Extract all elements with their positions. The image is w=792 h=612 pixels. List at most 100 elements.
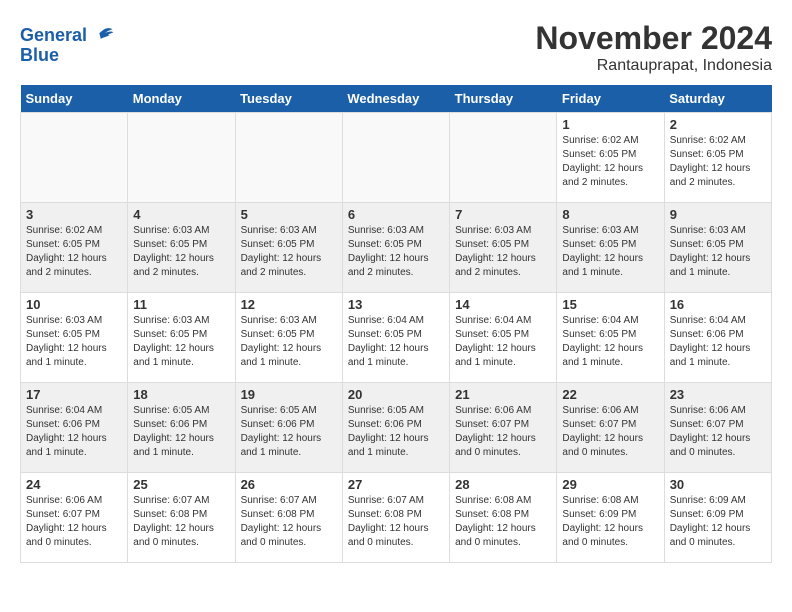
day-info: Sunrise: 6:07 AM Sunset: 6:08 PM Dayligh… (348, 494, 444, 550)
sunset-text: Sunset: 6:05 PM (26, 328, 122, 342)
day-info: Sunrise: 6:07 AM Sunset: 6:08 PM Dayligh… (133, 494, 229, 550)
table-row: 13 Sunrise: 6:04 AM Sunset: 6:05 PM Dayl… (342, 293, 449, 383)
day-info: Sunrise: 6:04 AM Sunset: 6:05 PM Dayligh… (562, 314, 658, 370)
sunset-text: Sunset: 6:07 PM (26, 508, 122, 522)
daylight-text: Daylight: 12 hours and 1 minute. (241, 342, 337, 370)
day-info: Sunrise: 6:03 AM Sunset: 6:05 PM Dayligh… (241, 224, 337, 280)
sunrise-text: Sunrise: 6:04 AM (26, 404, 122, 418)
sunset-text: Sunset: 6:05 PM (562, 148, 658, 162)
day-number: 6 (348, 207, 444, 222)
daylight-text: Daylight: 12 hours and 1 minute. (670, 342, 766, 370)
daylight-text: Daylight: 12 hours and 0 minutes. (455, 522, 551, 550)
daylight-text: Daylight: 12 hours and 1 minute. (133, 432, 229, 460)
daylight-text: Daylight: 12 hours and 1 minute. (133, 342, 229, 370)
daylight-text: Daylight: 12 hours and 0 minutes. (562, 432, 658, 460)
day-info: Sunrise: 6:03 AM Sunset: 6:05 PM Dayligh… (133, 314, 229, 370)
table-row: 5 Sunrise: 6:03 AM Sunset: 6:05 PM Dayli… (235, 203, 342, 293)
table-row: 24 Sunrise: 6:06 AM Sunset: 6:07 PM Dayl… (21, 473, 128, 563)
table-row: 11 Sunrise: 6:03 AM Sunset: 6:05 PM Dayl… (128, 293, 235, 383)
daylight-text: Daylight: 12 hours and 1 minute. (670, 252, 766, 280)
sunrise-text: Sunrise: 6:04 AM (670, 314, 766, 328)
sunrise-text: Sunrise: 6:07 AM (241, 494, 337, 508)
day-info: Sunrise: 6:08 AM Sunset: 6:08 PM Dayligh… (455, 494, 551, 550)
table-row: 30 Sunrise: 6:09 AM Sunset: 6:09 PM Dayl… (664, 473, 771, 563)
table-row: 8 Sunrise: 6:03 AM Sunset: 6:05 PM Dayli… (557, 203, 664, 293)
day-info: Sunrise: 6:06 AM Sunset: 6:07 PM Dayligh… (26, 494, 122, 550)
table-row (235, 113, 342, 203)
day-number: 5 (241, 207, 337, 222)
sunset-text: Sunset: 6:08 PM (455, 508, 551, 522)
sunset-text: Sunset: 6:06 PM (133, 418, 229, 432)
sunset-text: Sunset: 6:09 PM (562, 508, 658, 522)
day-number: 17 (26, 387, 122, 402)
day-number: 1 (562, 117, 658, 132)
sunset-text: Sunset: 6:05 PM (562, 328, 658, 342)
day-number: 20 (348, 387, 444, 402)
logo: General Blue (20, 25, 114, 66)
col-monday: Monday (128, 85, 235, 113)
day-number: 25 (133, 477, 229, 492)
sunset-text: Sunset: 6:05 PM (348, 238, 444, 252)
daylight-text: Daylight: 12 hours and 2 minutes. (562, 162, 658, 190)
day-number: 19 (241, 387, 337, 402)
day-info: Sunrise: 6:03 AM Sunset: 6:05 PM Dayligh… (670, 224, 766, 280)
day-info: Sunrise: 6:05 AM Sunset: 6:06 PM Dayligh… (348, 404, 444, 460)
sunrise-text: Sunrise: 6:06 AM (562, 404, 658, 418)
day-info: Sunrise: 6:03 AM Sunset: 6:05 PM Dayligh… (348, 224, 444, 280)
sunrise-text: Sunrise: 6:03 AM (562, 224, 658, 238)
calendar-week-row: 3 Sunrise: 6:02 AM Sunset: 6:05 PM Dayli… (21, 203, 772, 293)
day-number: 13 (348, 297, 444, 312)
day-number: 18 (133, 387, 229, 402)
day-info: Sunrise: 6:06 AM Sunset: 6:07 PM Dayligh… (562, 404, 658, 460)
sunrise-text: Sunrise: 6:06 AM (26, 494, 122, 508)
day-number: 22 (562, 387, 658, 402)
day-info: Sunrise: 6:06 AM Sunset: 6:07 PM Dayligh… (670, 404, 766, 460)
sunrise-text: Sunrise: 6:02 AM (670, 134, 766, 148)
day-number: 23 (670, 387, 766, 402)
sunset-text: Sunset: 6:09 PM (670, 508, 766, 522)
table-row: 4 Sunrise: 6:03 AM Sunset: 6:05 PM Dayli… (128, 203, 235, 293)
sunrise-text: Sunrise: 6:05 AM (241, 404, 337, 418)
day-number: 15 (562, 297, 658, 312)
table-row: 3 Sunrise: 6:02 AM Sunset: 6:05 PM Dayli… (21, 203, 128, 293)
page-subtitle: Rantauprapat, Indonesia (535, 57, 772, 75)
sunrise-text: Sunrise: 6:05 AM (348, 404, 444, 418)
sunrise-text: Sunrise: 6:03 AM (455, 224, 551, 238)
day-info: Sunrise: 6:03 AM Sunset: 6:05 PM Dayligh… (562, 224, 658, 280)
day-number: 16 (670, 297, 766, 312)
table-row: 7 Sunrise: 6:03 AM Sunset: 6:05 PM Dayli… (450, 203, 557, 293)
col-saturday: Saturday (664, 85, 771, 113)
sunset-text: Sunset: 6:05 PM (455, 328, 551, 342)
sunset-text: Sunset: 6:05 PM (670, 148, 766, 162)
calendar-week-row: 17 Sunrise: 6:04 AM Sunset: 6:06 PM Dayl… (21, 383, 772, 473)
col-wednesday: Wednesday (342, 85, 449, 113)
day-number: 21 (455, 387, 551, 402)
sunrise-text: Sunrise: 6:07 AM (133, 494, 229, 508)
day-info: Sunrise: 6:03 AM Sunset: 6:05 PM Dayligh… (455, 224, 551, 280)
daylight-text: Daylight: 12 hours and 0 minutes. (241, 522, 337, 550)
sunset-text: Sunset: 6:08 PM (133, 508, 229, 522)
sunrise-text: Sunrise: 6:03 AM (348, 224, 444, 238)
day-info: Sunrise: 6:04 AM Sunset: 6:06 PM Dayligh… (26, 404, 122, 460)
daylight-text: Daylight: 12 hours and 0 minutes. (670, 432, 766, 460)
sunset-text: Sunset: 6:05 PM (455, 238, 551, 252)
calendar-week-row: 1 Sunrise: 6:02 AM Sunset: 6:05 PM Dayli… (21, 113, 772, 203)
sunset-text: Sunset: 6:07 PM (455, 418, 551, 432)
day-info: Sunrise: 6:09 AM Sunset: 6:09 PM Dayligh… (670, 494, 766, 550)
sunrise-text: Sunrise: 6:03 AM (241, 224, 337, 238)
table-row: 14 Sunrise: 6:04 AM Sunset: 6:05 PM Dayl… (450, 293, 557, 383)
sunset-text: Sunset: 6:08 PM (241, 508, 337, 522)
calendar-header-row: Sunday Monday Tuesday Wednesday Thursday… (21, 85, 772, 113)
sunset-text: Sunset: 6:06 PM (348, 418, 444, 432)
sunset-text: Sunset: 6:05 PM (241, 238, 337, 252)
day-info: Sunrise: 6:03 AM Sunset: 6:05 PM Dayligh… (133, 224, 229, 280)
daylight-text: Daylight: 12 hours and 2 minutes. (348, 252, 444, 280)
table-row: 10 Sunrise: 6:03 AM Sunset: 6:05 PM Dayl… (21, 293, 128, 383)
table-row: 2 Sunrise: 6:02 AM Sunset: 6:05 PM Dayli… (664, 113, 771, 203)
daylight-text: Daylight: 12 hours and 0 minutes. (670, 522, 766, 550)
day-number: 3 (26, 207, 122, 222)
day-info: Sunrise: 6:06 AM Sunset: 6:07 PM Dayligh… (455, 404, 551, 460)
daylight-text: Daylight: 12 hours and 0 minutes. (455, 432, 551, 460)
sunset-text: Sunset: 6:05 PM (562, 238, 658, 252)
day-info: Sunrise: 6:08 AM Sunset: 6:09 PM Dayligh… (562, 494, 658, 550)
